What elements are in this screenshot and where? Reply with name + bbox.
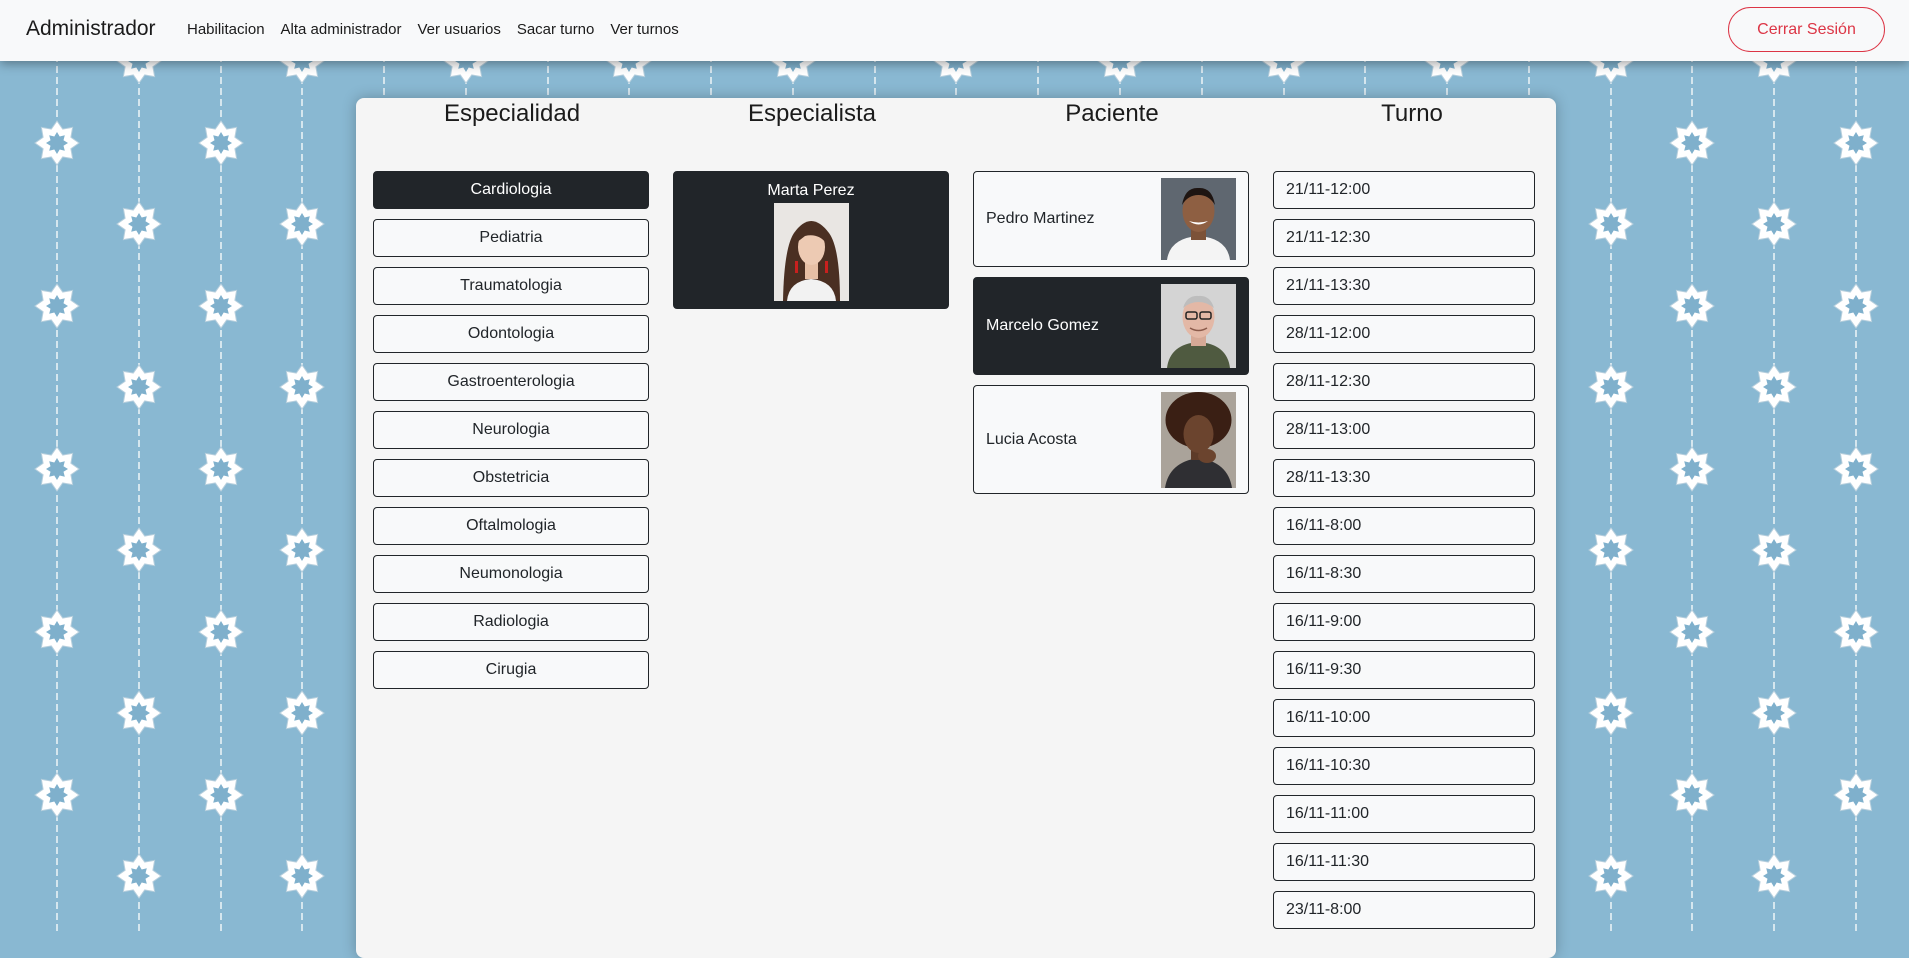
- pattern-star-center: [128, 865, 150, 887]
- pattern-star-center: [1763, 702, 1785, 724]
- pattern-star-center: [291, 213, 313, 235]
- especialidad-option-radiologia[interactable]: Radiologia: [373, 603, 649, 641]
- pattern-star-center: [210, 295, 232, 317]
- pattern-star-center: [1681, 621, 1703, 643]
- pattern-star-center: [210, 132, 232, 154]
- paciente-photo: [1161, 284, 1236, 368]
- pattern-star-center: [1600, 376, 1622, 398]
- pattern-star-center: [46, 295, 68, 317]
- pattern-star-center: [1600, 702, 1622, 724]
- especialidad-column-title: Especialidad: [443, 100, 581, 127]
- pattern-star-center: [291, 702, 313, 724]
- pattern-star-center: [1845, 784, 1867, 806]
- nav-link-alta-administrador[interactable]: Alta administrador: [281, 21, 402, 38]
- especialista-column-title: Especialista: [747, 100, 877, 127]
- pattern-star-center: [46, 621, 68, 643]
- pattern-star-center: [1845, 458, 1867, 480]
- pattern-star-center: [128, 213, 150, 235]
- pattern-star-center: [1681, 784, 1703, 806]
- turno-option[interactable]: 28/11-13:00: [1273, 411, 1535, 449]
- turno-option[interactable]: 28/11-13:30: [1273, 459, 1535, 497]
- turno-option[interactable]: 28/11-12:00: [1273, 315, 1535, 353]
- pattern-star-center: [291, 376, 313, 398]
- pattern-star-center: [46, 458, 68, 480]
- turno-option[interactable]: 28/11-12:30: [1273, 363, 1535, 401]
- pattern-star-center: [128, 539, 150, 561]
- pattern-star-center: [210, 784, 232, 806]
- especialidad-option-obstetricia[interactable]: Obstetricia: [373, 459, 649, 497]
- especialidad-option-pediatria[interactable]: Pediatria: [373, 219, 649, 257]
- paciente-card-lucia-acosta[interactable]: Lucia Acosta: [973, 385, 1249, 494]
- turno-column-title: Turno: [1381, 100, 1443, 127]
- pattern-star-center: [291, 539, 313, 561]
- pattern-star-center: [291, 865, 313, 887]
- navbar: Administrador Habilitacion Alta administ…: [0, 0, 1909, 61]
- logout-button[interactable]: Cerrar Sesión: [1728, 7, 1885, 52]
- pattern-star-center: [1600, 865, 1622, 887]
- pattern-star-center: [1681, 458, 1703, 480]
- turno-option[interactable]: 21/11-13:30: [1273, 267, 1535, 305]
- turno-option[interactable]: 16/11-11:00: [1273, 795, 1535, 833]
- especialidad-option-traumatologia[interactable]: Traumatologia: [373, 267, 649, 305]
- paciente-name: Marcelo Gomez: [986, 317, 1099, 334]
- pattern-star-center: [1845, 621, 1867, 643]
- turno-option[interactable]: 16/11-8:00: [1273, 507, 1535, 545]
- nav-links: Habilitacion Alta administrador Ver usua…: [187, 21, 695, 38]
- especialista-name: Marta Perez: [767, 182, 855, 199]
- pattern-star-center: [128, 702, 150, 724]
- pattern-star-center: [1763, 376, 1785, 398]
- especialidad-option-cardiologia[interactable]: Cardiologia: [373, 171, 649, 209]
- turno-option[interactable]: 16/11-8:30: [1273, 555, 1535, 593]
- especialidad-option-cirugia[interactable]: Cirugia: [373, 651, 649, 689]
- especialidad-option-neurologia[interactable]: Neurologia: [373, 411, 649, 449]
- especialista-card-marta-perez[interactable]: Marta Perez: [673, 171, 949, 309]
- pattern-star-center: [1845, 295, 1867, 317]
- turno-option[interactable]: 16/11-9:30: [1273, 651, 1535, 689]
- pattern-star-center: [1681, 132, 1703, 154]
- especialidad-option-gastroenterologia[interactable]: Gastroenterologia: [373, 363, 649, 401]
- nav-link-habilitacion[interactable]: Habilitacion: [187, 21, 265, 38]
- pattern-star-center: [1600, 539, 1622, 561]
- turno-option[interactable]: 16/11-10:00: [1273, 699, 1535, 737]
- pattern-star-center: [46, 132, 68, 154]
- especialidad-option-neumonologia[interactable]: Neumonologia: [373, 555, 649, 593]
- paciente-name: Lucia Acosta: [986, 430, 1077, 448]
- pattern-star-center: [1763, 865, 1785, 887]
- paciente-card-pedro-martinez[interactable]: Pedro Martinez: [973, 171, 1249, 267]
- nav-link-ver-turnos[interactable]: Ver turnos: [610, 21, 678, 38]
- pattern-star-center: [46, 784, 68, 806]
- pattern-star-center: [1600, 213, 1622, 235]
- paciente-column-title: Paciente: [1065, 100, 1159, 127]
- paciente-card-marcelo-gomez[interactable]: Marcelo Gomez: [973, 277, 1249, 375]
- turno-option[interactable]: 21/11-12:30: [1273, 219, 1535, 257]
- paciente-photo: [1161, 391, 1236, 488]
- turno-option[interactable]: 23/11-8:00: [1273, 891, 1535, 929]
- brand-title[interactable]: Administrador: [26, 17, 156, 41]
- pattern-star-center: [1763, 539, 1785, 561]
- nav-link-ver-usuarios[interactable]: Ver usuarios: [417, 21, 500, 38]
- pattern-star-center: [1845, 132, 1867, 154]
- paciente-name: Pedro Martinez: [986, 210, 1095, 227]
- especialista-photo: [773, 203, 849, 301]
- pattern-star-center: [128, 376, 150, 398]
- turno-panel: Especialidad Especialista Paciente Turno…: [356, 98, 1556, 958]
- especialidad-option-odontologia[interactable]: Odontologia: [373, 315, 649, 353]
- turno-option[interactable]: 16/11-10:30: [1273, 747, 1535, 785]
- nav-link-sacar-turno[interactable]: Sacar turno: [517, 21, 595, 38]
- especialidad-option-oftalmologia[interactable]: Oftalmologia: [373, 507, 649, 545]
- turno-option[interactable]: 21/11-12:00: [1273, 171, 1535, 209]
- turno-option[interactable]: 16/11-9:00: [1273, 603, 1535, 641]
- pattern-star-center: [210, 621, 232, 643]
- paciente-photo: [1161, 178, 1236, 260]
- pattern-star-center: [210, 458, 232, 480]
- pattern-star-center: [1681, 295, 1703, 317]
- turno-option[interactable]: 16/11-11:30: [1273, 843, 1535, 881]
- pattern-star-center: [1763, 213, 1785, 235]
